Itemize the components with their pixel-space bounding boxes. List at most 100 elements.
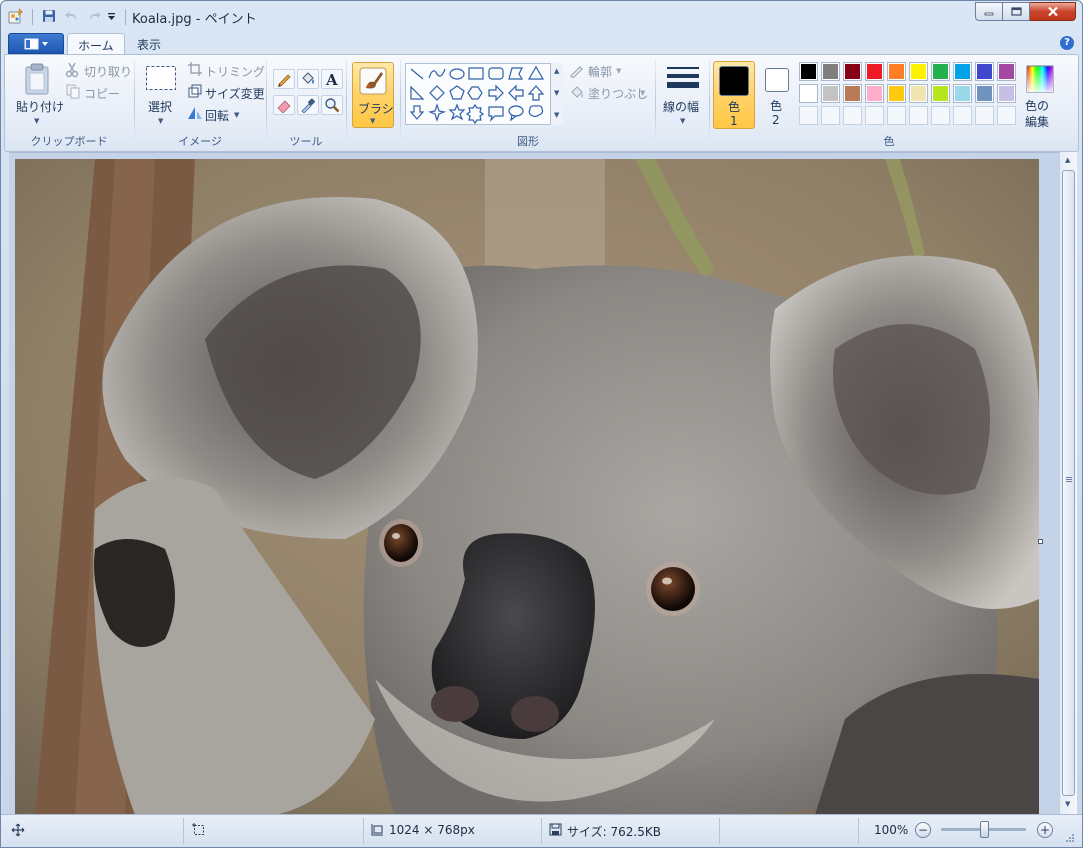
palette-color-swatch[interactable] xyxy=(887,84,906,103)
minimize-button[interactable] xyxy=(975,2,1003,21)
palette-custom-slot[interactable] xyxy=(843,106,862,125)
palette-color-swatch[interactable] xyxy=(865,62,884,81)
palette-custom-slot[interactable] xyxy=(821,106,840,125)
help-icon[interactable]: ? xyxy=(1060,36,1074,50)
palette-color-swatch[interactable] xyxy=(843,62,862,81)
palette-color-swatch[interactable] xyxy=(821,62,840,81)
save-icon[interactable] xyxy=(40,7,58,25)
copy-button[interactable]: コピー xyxy=(84,85,120,102)
paint-app-icon[interactable] xyxy=(7,7,25,25)
palette-color-swatch[interactable] xyxy=(909,84,928,103)
edit-colors-button[interactable]: 色の 編集 xyxy=(1021,61,1061,129)
group-separator xyxy=(709,59,710,147)
grip-icon xyxy=(1066,477,1072,478)
paste-button[interactable]: 貼り付け ▼ xyxy=(13,61,64,127)
palette-color-swatch[interactable] xyxy=(953,62,972,81)
chevron-down-icon: ▼ xyxy=(680,117,686,125)
fill-tool-button[interactable] xyxy=(297,69,319,89)
magnifier-tool-button[interactable] xyxy=(321,95,343,115)
outline-button[interactable]: 輪郭 xyxy=(588,63,612,80)
tab-home[interactable]: ホーム xyxy=(67,33,125,55)
rotate-icon xyxy=(187,106,203,120)
scroll-up-icon[interactable]: ▲ xyxy=(554,67,559,75)
paint-bucket-icon xyxy=(302,72,314,84)
crop-button[interactable]: トリミング xyxy=(205,63,265,80)
pencil-tool-button[interactable] xyxy=(273,69,295,89)
scrollbar-thumb[interactable] xyxy=(1062,170,1075,796)
tab-view[interactable]: 表示 xyxy=(127,33,171,55)
canvas-area xyxy=(9,152,1059,815)
palette-color-swatch[interactable] xyxy=(997,62,1016,81)
palette-color-swatch[interactable] xyxy=(843,84,862,103)
tools-group-label: ツール xyxy=(289,135,323,148)
title-bar: Koala.jpg - ペイント xyxy=(1,1,1082,31)
brush-button[interactable]: ブラシ ▼ xyxy=(352,62,394,128)
color1-button[interactable]: 色 1 xyxy=(713,61,755,129)
close-button[interactable] xyxy=(1030,2,1076,21)
customize-quick-access-icon[interactable] xyxy=(105,7,117,25)
palette-custom-slot[interactable] xyxy=(799,106,818,125)
image-canvas[interactable] xyxy=(15,159,1039,815)
file-menu-button[interactable] xyxy=(8,33,64,54)
maximize-icon xyxy=(1010,7,1022,16)
palette-color-swatch[interactable] xyxy=(931,84,950,103)
brush-label: ブラシ xyxy=(358,102,394,116)
eraser-tool-button[interactable] xyxy=(273,95,295,115)
palette-color-fill xyxy=(911,64,926,79)
palette-color-swatch[interactable] xyxy=(975,62,994,81)
maximize-button[interactable] xyxy=(1003,2,1030,21)
rotate-button[interactable]: 回転 xyxy=(205,107,229,124)
scroll-down-icon[interactable]: ▼ xyxy=(554,89,559,97)
color2-label: 色 xyxy=(770,99,783,113)
gallery-expand-icon[interactable]: ▼ xyxy=(554,111,559,119)
image-dimensions-icon xyxy=(370,823,384,837)
palette-color-swatch[interactable] xyxy=(953,84,972,103)
vertical-scrollbar[interactable]: ▲ ▼ xyxy=(1059,152,1077,814)
palette-color-fill xyxy=(889,86,904,101)
palette-color-swatch[interactable] xyxy=(997,84,1016,103)
palette-color-swatch[interactable] xyxy=(799,62,818,81)
cursor-position-icon xyxy=(11,823,25,837)
separator xyxy=(32,9,33,25)
size-button[interactable]: 線の幅 ▼ xyxy=(661,61,705,127)
chevron-down-icon: ▼ xyxy=(158,117,164,125)
resize-button[interactable]: サイズ変更 xyxy=(205,85,265,102)
file-menu-icon xyxy=(24,38,48,49)
palette-custom-slot[interactable] xyxy=(865,106,884,125)
palette-color-swatch[interactable] xyxy=(865,84,884,103)
color2-button[interactable]: 色 2 xyxy=(759,61,795,129)
magnifier-icon xyxy=(325,98,340,113)
palette-custom-slot[interactable] xyxy=(997,106,1016,125)
palette-color-swatch[interactable] xyxy=(931,62,950,81)
selection-size-icon xyxy=(192,823,206,837)
resize-handle-right[interactable] xyxy=(1038,539,1043,544)
palette-color-swatch[interactable] xyxy=(975,84,994,103)
palette-color-swatch[interactable] xyxy=(821,84,840,103)
palette-color-fill xyxy=(999,86,1014,101)
paste-label: 貼り付け xyxy=(16,100,65,114)
zoom-slider-thumb[interactable] xyxy=(979,821,989,838)
crop-icon xyxy=(188,62,202,76)
palette-color-swatch[interactable] xyxy=(799,84,818,103)
palette-color-fill xyxy=(823,64,838,79)
text-tool-button[interactable]: A xyxy=(321,69,343,89)
cut-button[interactable]: 切り取り xyxy=(84,63,132,80)
scroll-up-icon[interactable]: ▲ xyxy=(1065,156,1070,164)
tools-group: A ツール xyxy=(267,55,345,151)
scroll-down-icon[interactable]: ▼ xyxy=(1065,800,1070,808)
shapes-scrollbar[interactable]: ▲ ▼ ▼ xyxy=(550,63,563,125)
undo-icon[interactable] xyxy=(63,7,81,25)
palette-custom-slot[interactable] xyxy=(975,106,994,125)
palette-custom-slot[interactable] xyxy=(887,106,906,125)
zoom-out-button[interactable]: − xyxy=(915,822,931,838)
palette-custom-slot[interactable] xyxy=(931,106,950,125)
color-picker-tool-button[interactable] xyxy=(297,95,319,115)
palette-color-swatch[interactable] xyxy=(887,62,906,81)
select-button[interactable]: 選択 ▼ xyxy=(143,61,179,127)
palette-color-swatch[interactable] xyxy=(909,62,928,81)
palette-custom-slot[interactable] xyxy=(909,106,928,125)
palette-custom-slot[interactable] xyxy=(953,106,972,125)
size-grip-icon[interactable] xyxy=(1065,833,1075,843)
zoom-in-button[interactable]: + xyxy=(1037,822,1053,838)
redo-icon[interactable] xyxy=(85,7,103,25)
